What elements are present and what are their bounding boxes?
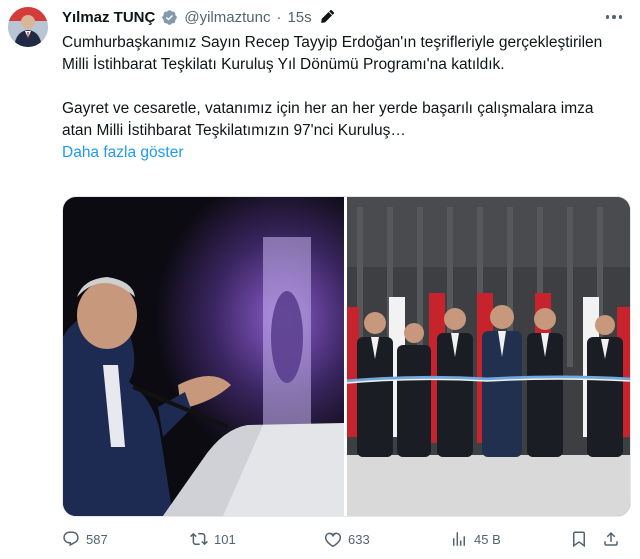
retweet-icon	[190, 532, 208, 546]
show-more-link[interactable]: Daha fazla göster	[62, 144, 184, 161]
edit-icon[interactable]	[318, 8, 336, 26]
bookmark-icon	[573, 531, 585, 548]
author-name[interactable]: Yılmaz TUNÇ	[62, 9, 155, 26]
share-icon	[604, 531, 618, 546]
like-icon	[324, 532, 342, 548]
author-handle[interactable]: @yilmaztunc	[184, 9, 270, 26]
retweet-count: 101	[214, 531, 236, 547]
reply-count: 587	[86, 531, 108, 547]
views-count: 45 B	[474, 531, 501, 547]
media-grid	[62, 196, 631, 517]
retweet-button[interactable]: 101	[190, 530, 236, 548]
tweet-time[interactable]: 15s	[287, 9, 311, 26]
avatar[interactable]	[8, 7, 48, 47]
separator: ·	[276, 8, 282, 26]
share-button[interactable]	[602, 530, 620, 548]
tweet-text: Cumhurbaşkanımız Sayın Recep Tayyip Erdo…	[62, 32, 622, 164]
reply-icon	[63, 531, 79, 547]
reply-button[interactable]: 587	[62, 530, 108, 548]
views-button[interactable]: 45 B	[450, 530, 501, 548]
more-icon[interactable]	[602, 8, 626, 26]
tweet-paragraph-1: Cumhurbaşkanımız Sayın Recep Tayyip Erdo…	[62, 34, 603, 73]
media-photo-ribbon-cutting[interactable]	[347, 197, 630, 516]
like-button[interactable]: 633	[324, 530, 370, 548]
tweet-paragraph-2: Gayret ve cesaretle, vatanımız için her …	[62, 100, 594, 139]
bookmark-button[interactable]	[570, 530, 588, 548]
tweet-header: Yılmaz TUNÇ @yilmaztunc · 15s	[62, 6, 336, 28]
views-icon	[453, 532, 465, 546]
tweet-actions: 587 101 633 45 B	[62, 528, 622, 550]
like-count: 633	[348, 531, 370, 547]
verified-badge-icon	[162, 9, 178, 25]
media-photo-speech[interactable]	[63, 197, 344, 516]
